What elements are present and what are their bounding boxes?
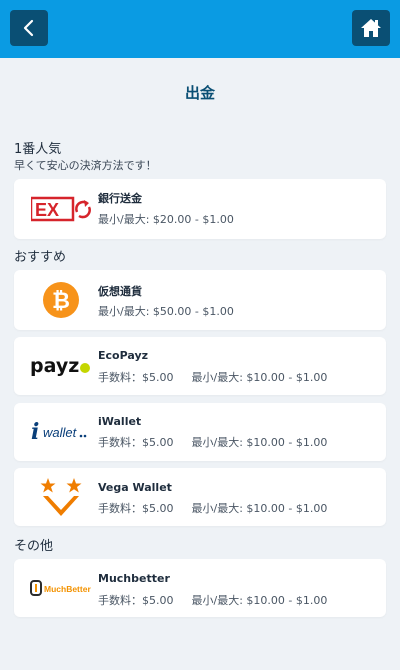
muchbetter-logo-text: MuchBetter [44, 584, 91, 594]
muchbetter-logo: MuchBetter [24, 559, 98, 617]
method-fee: 手数料：$5.00 [98, 502, 174, 515]
ecopayz-logo-text: payz [30, 355, 79, 377]
chevron-left-icon [23, 19, 34, 37]
bank-logo-text: EX [35, 200, 59, 220]
section-title-popular: 1番人気 [14, 142, 62, 157]
section-subtitle-popular: 早くて安心の決済方法です！ [14, 159, 157, 172]
home-icon [361, 19, 381, 37]
payment-method-muchbetter[interactable]: MuchBetter Muchbetter 手数料：$5.00 最小/最大: $1… [14, 559, 386, 617]
home-button[interactable] [352, 10, 390, 46]
svg-text:i: i [31, 420, 39, 444]
method-limit: 最小/最大: $10.00 - $1.00 [191, 502, 328, 515]
payment-method-iwallet[interactable]: i wallet iWallet 手数料：$5.00 最小/最大: $10.00 … [14, 403, 386, 461]
payment-method-bank[interactable]: EX 銀行送金 最小/最大: $20.00 - $1.00 [14, 179, 386, 239]
iwallet-logo: i wallet [24, 403, 98, 461]
method-name: Muchbetter [98, 572, 170, 585]
payment-method-ecopayz[interactable]: payz EcoPayz 手数料：$5.00 最小/最大: $10.00 - $1… [14, 337, 386, 395]
iwallet-logo-text: wallet [43, 425, 78, 440]
bitcoin-icon: ₿ [24, 270, 98, 330]
method-name: 仮想通貨 [98, 285, 142, 298]
payment-method-vega-wallet[interactable]: Vega Wallet 手数料：$5.00 最小/最大: $10.00 - $1.… [14, 468, 386, 526]
vega-wallet-logo [24, 468, 98, 526]
method-name: EcoPayz [98, 349, 149, 362]
method-fee: 手数料：$5.00 [98, 371, 174, 384]
section-title-recommended: おすすめ [14, 250, 67, 265]
method-fee: 手数料：$5.00 [98, 594, 174, 607]
section-title-other: その他 [14, 539, 54, 554]
method-limit: 最小/最大: $10.00 - $1.00 [191, 594, 328, 607]
method-name: iWallet [98, 415, 142, 428]
method-limit: 最小/最大: $10.00 - $1.00 [191, 436, 328, 449]
page-title: 出金 [184, 84, 215, 102]
ecopayz-logo: payz [24, 337, 98, 395]
back-button[interactable] [10, 10, 48, 46]
method-limit: 最小/最大: $20.00 - $1.00 [98, 213, 234, 226]
payment-method-crypto[interactable]: ₿ 仮想通貨 最小/最大: $50.00 - $1.00 [14, 270, 386, 330]
method-fee: 手数料：$5.00 [98, 436, 174, 449]
top-bar [0, 0, 400, 58]
method-name: Vega Wallet [98, 481, 172, 494]
method-limit: 最小/最大: $50.00 - $1.00 [98, 305, 234, 318]
bank-logo: EX [24, 179, 98, 239]
svg-text:₿: ₿ [52, 289, 70, 314]
method-name: 銀行送金 [98, 192, 142, 205]
method-limit: 最小/最大: $10.00 - $1.00 [191, 371, 328, 384]
